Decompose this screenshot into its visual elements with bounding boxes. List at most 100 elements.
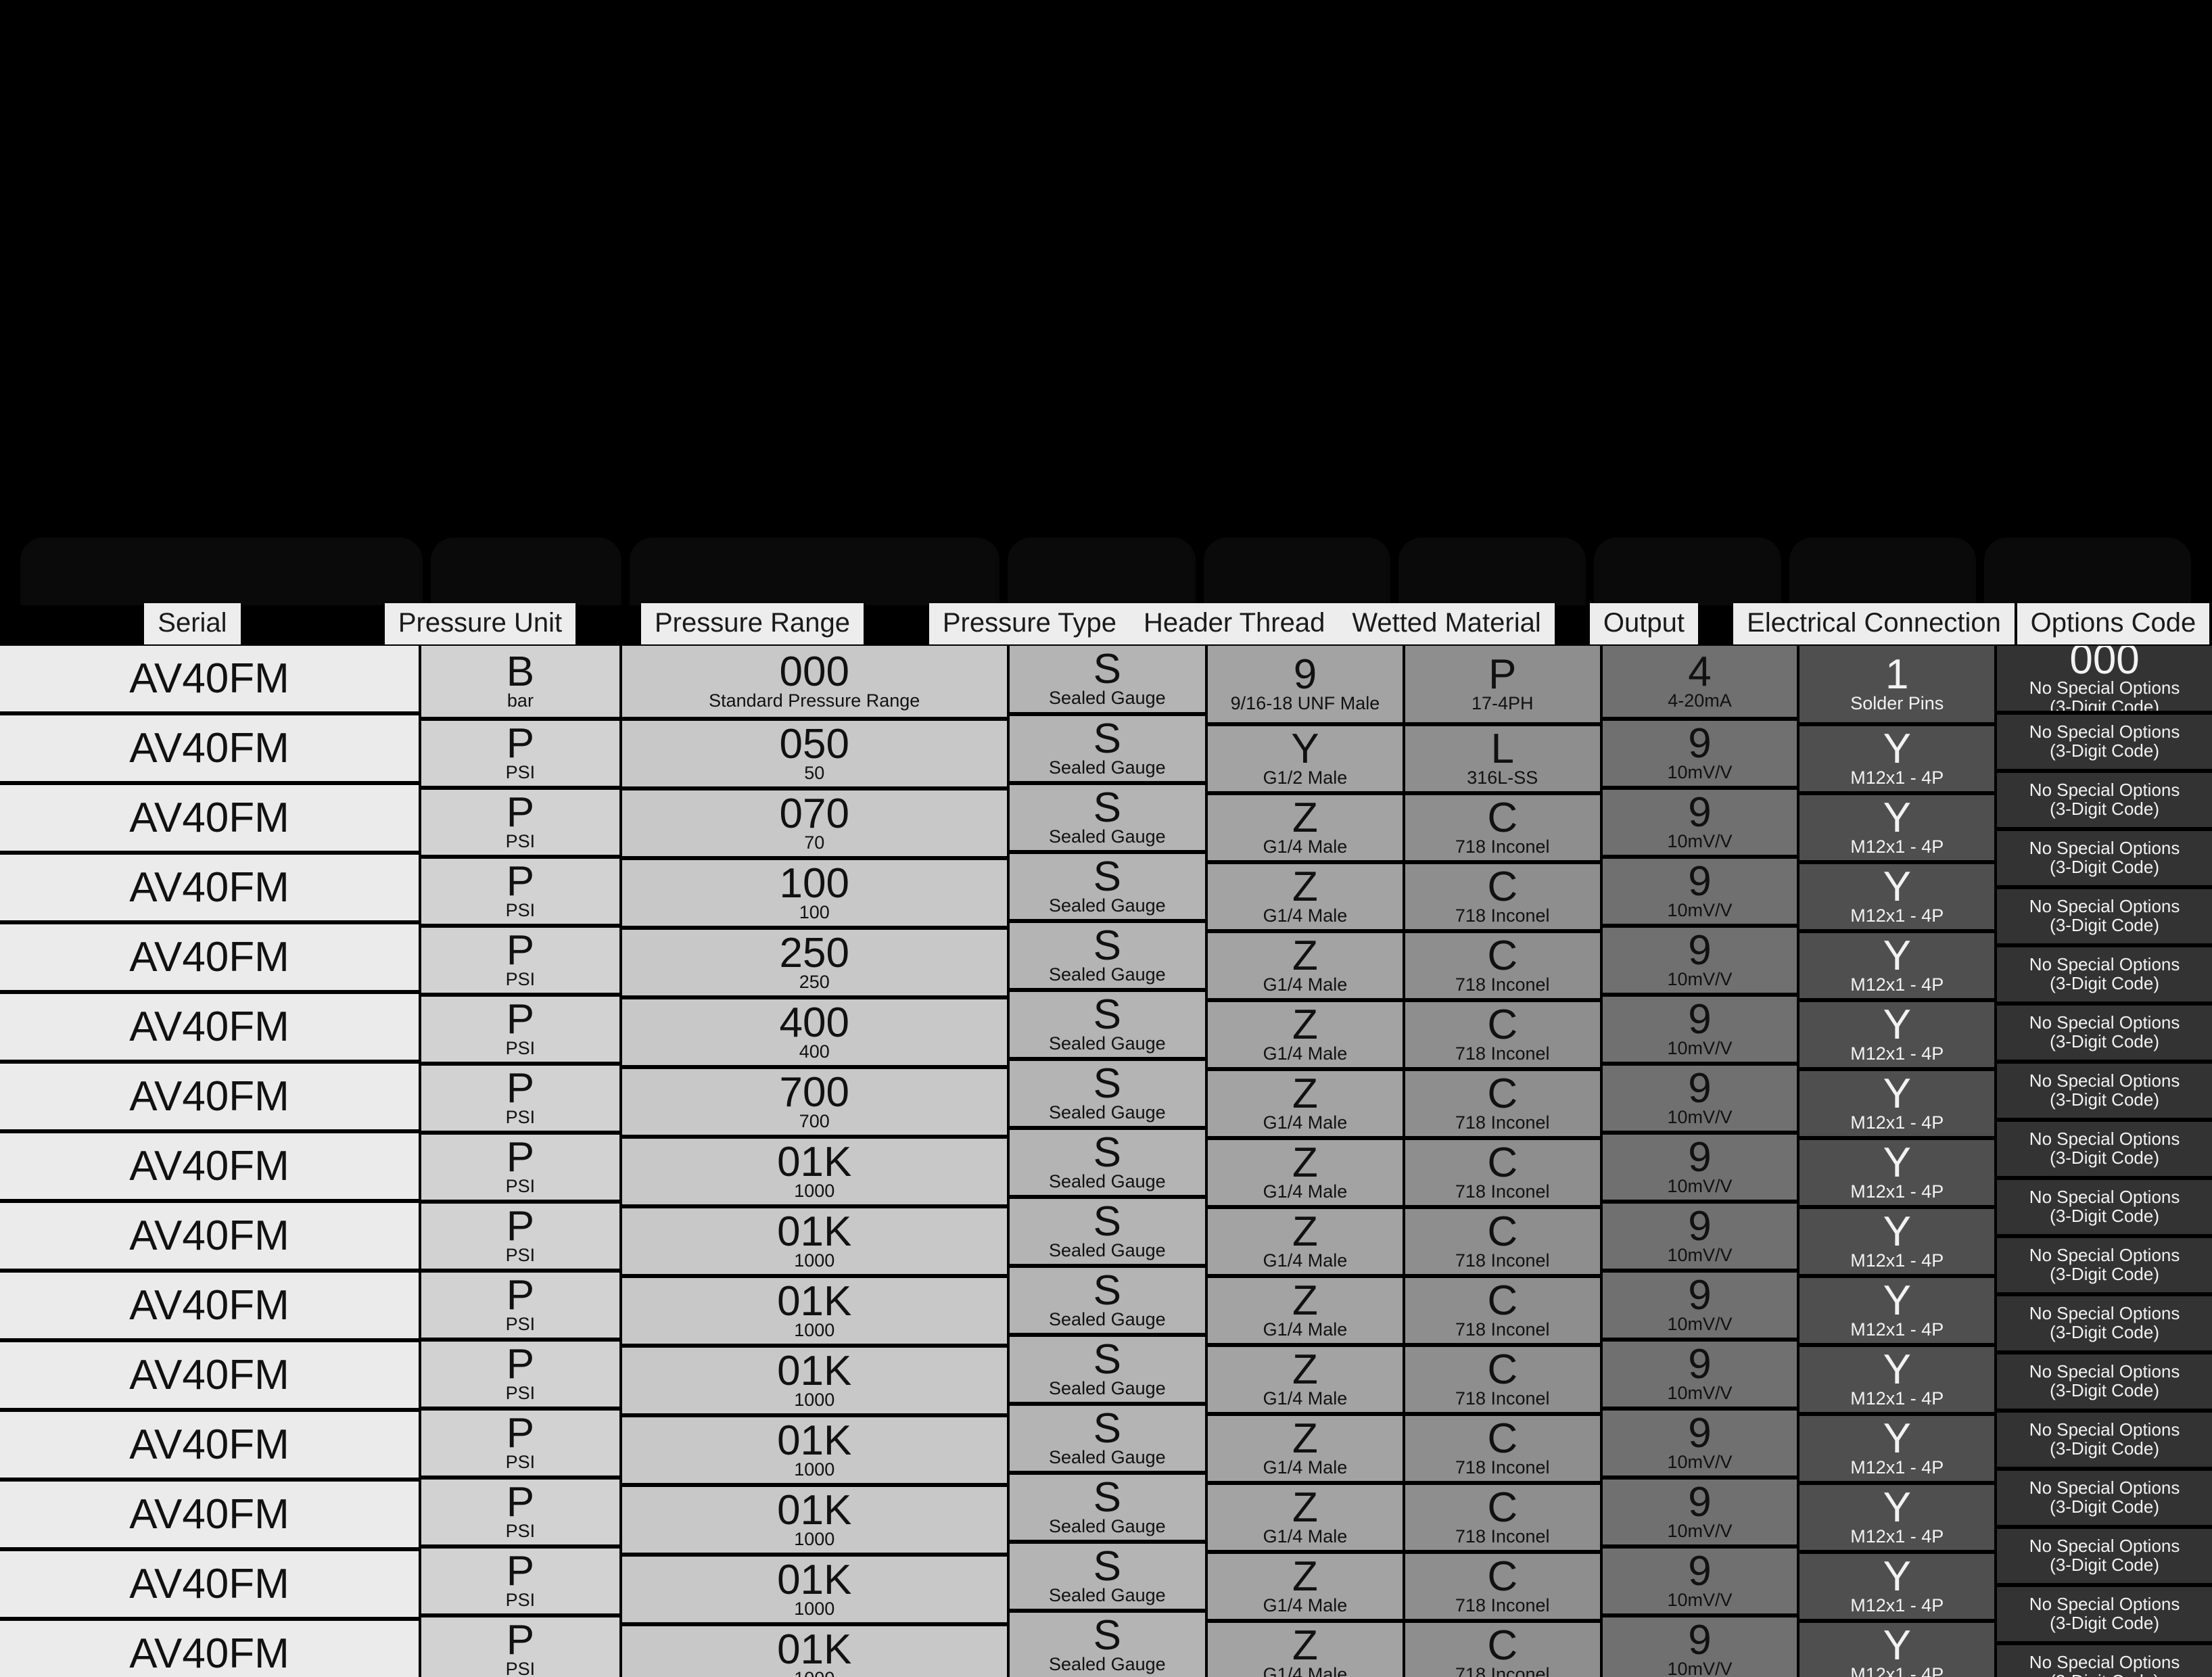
option-cell[interactable]: Y M12x1 - 4P (1799, 1554, 1995, 1619)
option-cell[interactable]: 9 9/16-18 UNF Male (1208, 646, 1403, 722)
option-cell[interactable]: C 718 Inconel (1405, 1347, 1600, 1412)
option-cell[interactable]: Z G1/4 Male (1208, 1623, 1403, 1677)
option-cell[interactable]: Y M12x1 - 4P (1799, 1140, 1995, 1205)
option-cell[interactable]: S Sealed Gauge (1009, 1544, 1206, 1609)
option-cell[interactable]: No Special Options(3-Digit Code) (1997, 1122, 2212, 1176)
option-cell[interactable]: 9 10mV/V (1602, 1066, 1797, 1131)
option-cell[interactable]: 1 Solder Pins (1799, 646, 1995, 722)
option-cell[interactable]: C 718 Inconel (1405, 1554, 1600, 1619)
option-cell[interactable]: AV40FM (0, 924, 419, 990)
option-cell[interactable]: AV40FM (0, 1133, 419, 1199)
option-cell[interactable]: AV40FM (0, 1273, 419, 1338)
option-cell[interactable]: Y M12x1 - 4P (1799, 726, 1995, 791)
option-cell[interactable]: No Special Options(3-Digit Code) (1997, 1006, 2212, 1060)
option-cell[interactable]: No Special Options(3-Digit Code) (1997, 1529, 2212, 1583)
option-cell[interactable]: No Special Options(3-Digit Code) (1997, 1064, 2212, 1118)
option-cell[interactable]: No Special Options(3-Digit Code) (1997, 1471, 2212, 1525)
option-cell[interactable]: Z G1/4 Male (1208, 1485, 1403, 1550)
option-cell[interactable]: Z G1/4 Male (1208, 1209, 1403, 1274)
option-cell[interactable]: 9 10mV/V (1602, 790, 1797, 855)
option-cell[interactable]: C 718 Inconel (1405, 864, 1600, 929)
header-label-pressure-range[interactable]: Pressure Range (640, 603, 864, 644)
option-cell[interactable]: No Special Options(3-Digit Code) (1997, 1645, 2212, 1677)
option-cell[interactable]: P PSI (421, 721, 619, 786)
option-cell[interactable]: 9 10mV/V (1602, 1273, 1797, 1338)
option-cell[interactable]: No Special Options(3-Digit Code) (1997, 947, 2212, 1001)
option-cell[interactable]: S Sealed Gauge (1009, 854, 1206, 919)
option-cell[interactable]: Bbar (421, 646, 619, 717)
option-cell[interactable]: S Sealed Gauge (1009, 1130, 1206, 1195)
option-cell[interactable]: C 718 Inconel (1405, 933, 1600, 998)
option-cell[interactable]: S Sealed Gauge (1009, 923, 1206, 988)
option-cell[interactable]: AV40FM (0, 1482, 419, 1547)
header-label-electrical-connection[interactable]: Electrical Connection (1733, 603, 2015, 644)
option-cell[interactable]: Z G1/4 Male (1208, 1416, 1403, 1481)
option-cell[interactable]: Z G1/4 Male (1208, 1278, 1403, 1343)
option-cell[interactable]: 01K1000 (621, 1557, 1007, 1622)
option-cell[interactable]: 000 No Special Options (3-Digit Code) (1997, 646, 2212, 711)
option-cell[interactable]: C 718 Inconel (1405, 1623, 1600, 1677)
header-label-serial[interactable]: Serial (144, 603, 241, 644)
option-cell[interactable]: Y M12x1 - 4P (1799, 1071, 1995, 1136)
option-cell[interactable]: No Special Options(3-Digit Code) (1997, 1238, 2212, 1292)
option-cell[interactable]: 9 10mV/V (1602, 721, 1797, 786)
option-cell[interactable]: AV40FM (0, 1203, 419, 1269)
header-label-header-thread[interactable]: Header Thread (1130, 603, 1339, 644)
option-cell[interactable]: L 316L-SS (1405, 726, 1600, 791)
option-cell[interactable]: 9 10mV/V (1602, 928, 1797, 993)
option-cell[interactable]: 9 10mV/V (1602, 997, 1797, 1062)
header-label-pressure-unit[interactable]: Pressure Unit (384, 603, 576, 644)
option-cell[interactable]: S Sealed Gauge (1009, 1337, 1206, 1402)
option-cell[interactable]: Z G1/4 Male (1208, 1554, 1403, 1619)
option-cell[interactable]: AV40FM (0, 1342, 419, 1408)
option-cell[interactable]: C 718 Inconel (1405, 1071, 1600, 1136)
option-cell[interactable]: 9 10mV/V (1602, 1411, 1797, 1475)
option-cell[interactable]: AV40FM (0, 785, 419, 851)
option-cell[interactable]: P PSI (421, 1549, 619, 1613)
option-cell[interactable]: Z G1/4 Male (1208, 1347, 1403, 1412)
option-cell[interactable]: S Sealed Gauge (1009, 716, 1206, 781)
header-label-output[interactable]: Output (1589, 603, 1698, 644)
option-cell[interactable]: Y M12x1 - 4P (1799, 1002, 1995, 1067)
header-label-pressure-type[interactable]: Pressure Type (928, 603, 1131, 644)
option-cell[interactable]: 9 10mV/V (1602, 1135, 1797, 1200)
option-cell[interactable]: 9 10mV/V (1602, 1617, 1797, 1677)
option-cell[interactable]: 01K1000 (621, 1208, 1007, 1274)
option-cell[interactable]: AV40FM (0, 1412, 419, 1478)
option-cell[interactable]: Z G1/4 Male (1208, 864, 1403, 929)
option-cell[interactable]: C 718 Inconel (1405, 1002, 1600, 1067)
option-cell[interactable]: AV40FM (0, 1064, 419, 1129)
option-cell[interactable]: 01K1000 (621, 1348, 1007, 1413)
option-cell[interactable]: S Sealed Gauge (1009, 1613, 1206, 1677)
option-cell[interactable]: 9 10mV/V (1602, 859, 1797, 924)
option-cell[interactable]: 01K1000 (621, 1417, 1007, 1483)
option-cell[interactable]: P PSI (421, 928, 619, 993)
option-cell[interactable]: Z G1/4 Male (1208, 1071, 1403, 1136)
option-cell[interactable]: P PSI (421, 1135, 619, 1200)
option-cell[interactable]: C 718 Inconel (1405, 1209, 1600, 1274)
option-cell[interactable]: Y M12x1 - 4P (1799, 795, 1995, 860)
option-cell[interactable]: P PSI (421, 859, 619, 924)
option-cell[interactable]: AV40FM (0, 1551, 419, 1617)
option-cell[interactable]: P PSI (421, 997, 619, 1062)
option-cell[interactable]: Z G1/4 Male (1208, 1002, 1403, 1067)
option-cell[interactable]: 01K1000 (621, 1278, 1007, 1344)
option-cell[interactable]: No Special Options(3-Digit Code) (1997, 831, 2212, 885)
option-cell[interactable]: S Sealed Gauge (1009, 1268, 1206, 1333)
option-cell[interactable]: C 718 Inconel (1405, 1140, 1600, 1205)
option-cell[interactable]: P PSI (421, 1411, 619, 1475)
option-cell[interactable]: Y M12x1 - 4P (1799, 1623, 1995, 1677)
option-cell[interactable]: No Special Options(3-Digit Code) (1997, 889, 2212, 943)
header-label-wetted-material[interactable]: Wetted Material (1338, 603, 1555, 644)
option-cell[interactable]: 000 Standard Pressure Range (621, 646, 1007, 717)
option-cell[interactable]: 4 4-20mA (1602, 646, 1797, 717)
option-cell[interactable]: S Sealed Gauge (1009, 646, 1206, 712)
option-cell[interactable]: P PSI (421, 1342, 619, 1407)
option-cell[interactable]: 9 10mV/V (1602, 1342, 1797, 1407)
option-cell[interactable]: P PSI (421, 1617, 619, 1677)
option-cell[interactable]: No Special Options(3-Digit Code) (1997, 1587, 2212, 1641)
option-cell[interactable]: Y G1/2 Male (1208, 726, 1403, 791)
option-cell[interactable]: AV40FM (0, 994, 419, 1060)
option-cell[interactable]: AV40FM (0, 715, 419, 781)
option-cell[interactable]: No Special Options(3-Digit Code) (1997, 1413, 2212, 1467)
